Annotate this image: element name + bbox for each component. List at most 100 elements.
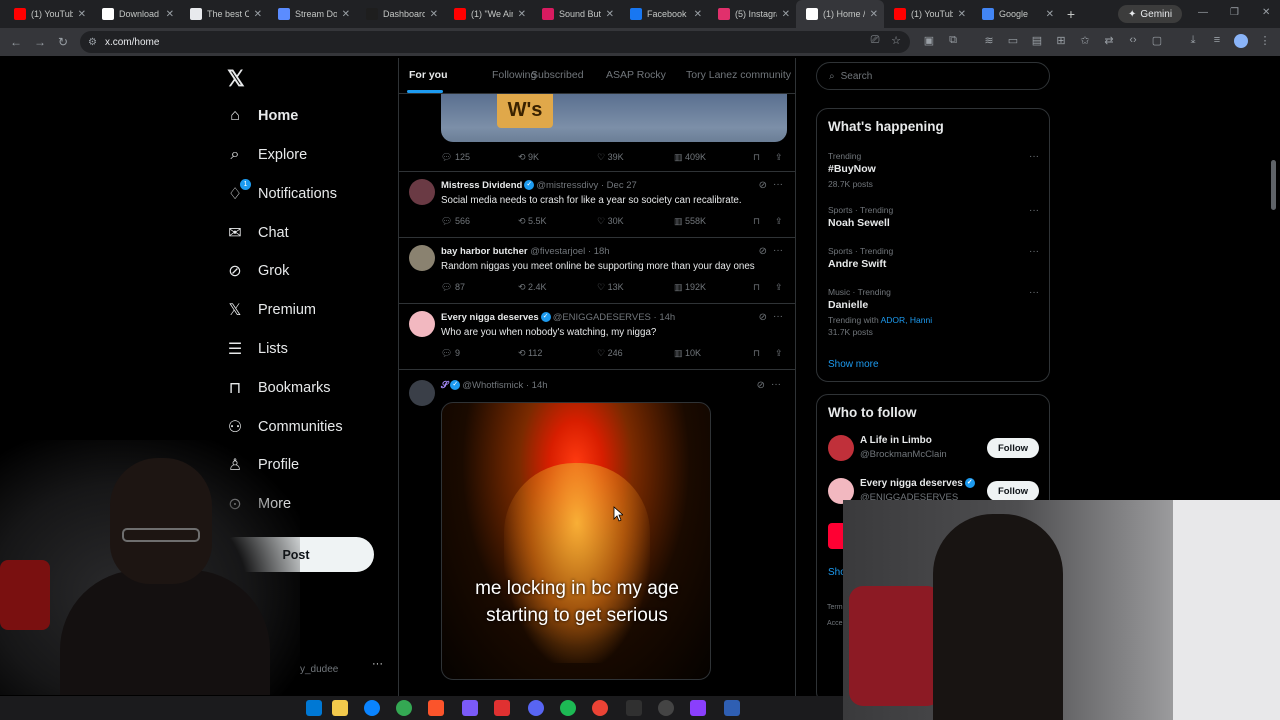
close-tab-icon[interactable]: ✕: [694, 9, 702, 20]
tab-following[interactable]: Following: [492, 69, 536, 81]
close-tab-icon[interactable]: ✕: [518, 9, 526, 20]
tweet[interactable]: bay harbor butcher @fivestarjoel · 18h ⊘ ·…: [399, 238, 795, 304]
tab-for-you[interactable]: For you: [409, 69, 448, 81]
browser-tab[interactable]: (1) YouTub ✕: [884, 0, 972, 28]
code-icon[interactable]: ‹›: [1126, 34, 1140, 48]
like-button[interactable]: ♡ 246: [597, 348, 623, 359]
account-handle[interactable]: y_dudee: [300, 664, 338, 675]
menu-lines-icon[interactable]: ≡: [1210, 34, 1224, 48]
tab-subscribed[interactable]: Subscribed: [531, 69, 584, 81]
trend-name[interactable]: Noah Sewell: [828, 217, 890, 229]
extension-icon[interactable]: ⊞: [1054, 34, 1068, 48]
author-handle[interactable]: @Whotfismick: [462, 380, 523, 391]
account-menu-icon[interactable]: ···: [372, 658, 383, 670]
views-button[interactable]: ▥ 10K: [674, 348, 701, 359]
tweet[interactable]: Mistress Dividend ✓ @mistressdivy · Dec 27…: [399, 172, 795, 238]
views-button[interactable]: ▥ 192K: [674, 282, 706, 293]
like-button[interactable]: ♡ 13K: [597, 282, 624, 293]
follow-button[interactable]: Follow: [987, 481, 1039, 501]
tweet[interactable]: Every nigga deserves ✓ @ENIGGADESERVES · 1…: [399, 304, 795, 370]
avatar[interactable]: [409, 245, 435, 271]
install-icon[interactable]: ⎚: [868, 34, 882, 48]
more-options-icon[interactable]: ···: [1029, 151, 1039, 162]
star-icon[interactable]: ☆: [889, 34, 903, 48]
author-handle[interactable]: @mistressdivy: [536, 180, 598, 191]
translate-icon[interactable]: ⇄: [1102, 34, 1116, 48]
browser-tab[interactable]: Stream Do ✕: [268, 0, 356, 28]
grok-icon[interactable]: ⊘: [757, 380, 765, 391]
more-options-icon[interactable]: ···: [773, 245, 783, 256]
site-info-icon[interactable]: ⚙: [88, 37, 97, 48]
author-handle[interactable]: @ENIGGADESERVES: [553, 312, 651, 323]
bookmark-icon[interactable]: ⊓: [753, 216, 760, 227]
x-logo[interactable]: 𝕏: [227, 66, 245, 92]
follow-button[interactable]: Follow: [987, 438, 1039, 458]
browser-tab[interactable]: Download ✕: [92, 0, 180, 28]
extension-icon[interactable]: ▣: [922, 34, 936, 48]
suggestion-name[interactable]: Every nigga deserves ✓: [860, 478, 977, 489]
close-tab-icon[interactable]: ✕: [342, 9, 350, 20]
extension-icon[interactable]: ▤: [1030, 34, 1044, 48]
author-name[interactable]: 𝒮: [441, 380, 448, 391]
search-input[interactable]: ⌕ Search: [816, 62, 1050, 90]
views-button[interactable]: ▥ 558K: [674, 216, 706, 227]
avatar[interactable]: [409, 380, 435, 406]
trend-name[interactable]: Andre Swift: [828, 258, 886, 270]
browser-tab[interactable]: (1) YouTub ✕: [4, 0, 92, 28]
browser-tab[interactable]: The best Cr ✕: [180, 0, 268, 28]
gemini-button[interactable]: ✦ Gemini: [1118, 5, 1183, 23]
bookmark-icon[interactable]: ⊓: [753, 348, 760, 359]
tweet-media[interactable]: W's: [441, 94, 787, 142]
trend-name[interactable]: #BuyNow: [828, 163, 876, 175]
taskbar-app-icon[interactable]: [462, 700, 478, 716]
trend-name[interactable]: Danielle: [828, 299, 868, 311]
trend-with-link[interactable]: ADOR, Hanni: [881, 315, 933, 325]
new-tab-button[interactable]: +: [1060, 6, 1082, 22]
close-tab-icon[interactable]: ✕: [958, 9, 966, 20]
back-icon[interactable]: ←: [10, 35, 22, 49]
sidebar-item-home[interactable]: ⌂ Home: [226, 101, 298, 131]
terms-link[interactable]: Term: [827, 604, 843, 611]
edge-icon[interactable]: [364, 700, 380, 716]
browser-tab[interactable]: Facebook ✕: [620, 0, 708, 28]
sidebar-item-chat[interactable]: ✉ Chat: [226, 218, 288, 248]
sidebar-item-communities[interactable]: ⚇ Communities: [226, 412, 343, 442]
terminal-icon[interactable]: [724, 700, 740, 716]
more-options-icon[interactable]: ···: [773, 179, 783, 190]
browser-tab[interactable]: Dashboard ✕: [356, 0, 444, 28]
avatar[interactable]: [828, 435, 854, 461]
more-options-icon[interactable]: ···: [1029, 246, 1039, 257]
download-icon[interactable]: ⤓: [1186, 34, 1200, 48]
author-name[interactable]: Every nigga deserves: [441, 312, 539, 323]
author-handle[interactable]: @fivestarjoel: [530, 246, 585, 257]
sidebar-item-explore[interactable]: ⌕ Explore: [226, 140, 308, 170]
browser-tab[interactable]: Sound Butt ✕: [532, 0, 620, 28]
more-options-icon[interactable]: ···: [1029, 205, 1039, 216]
tweet-time[interactable]: 14h: [659, 312, 675, 323]
repost-button[interactable]: ⟲ 112: [518, 348, 542, 359]
sidebar-item-premium[interactable]: 𝕏 Premium: [226, 295, 316, 325]
repost-button[interactable]: ⟲ 2.4K: [518, 282, 547, 293]
extension-icon[interactable]: ⧉: [946, 34, 960, 48]
close-tab-icon[interactable]: ✕: [870, 9, 878, 20]
more-options-icon[interactable]: ···: [1029, 287, 1039, 298]
spotify-icon[interactable]: [560, 700, 576, 716]
close-tab-icon[interactable]: ✕: [430, 9, 438, 20]
sidebar-item-lists[interactable]: ☰ Lists: [226, 334, 288, 364]
reply-button[interactable]: 💬︎ 125: [441, 152, 470, 163]
close-tab-icon[interactable]: ✕: [254, 9, 262, 20]
folder-icon[interactable]: [332, 700, 348, 716]
reply-button[interactable]: 💬︎ 566: [441, 216, 470, 227]
reply-button[interactable]: 💬︎ 87: [441, 282, 465, 293]
star-list-icon[interactable]: ✩: [1078, 34, 1092, 48]
more-options-icon[interactable]: ···: [771, 379, 781, 390]
close-tab-icon[interactable]: ✕: [1046, 9, 1054, 20]
reload-icon[interactable]: ↻: [58, 35, 68, 49]
repost-button[interactable]: ⟲ 5.5K: [518, 216, 547, 227]
close-tab-icon[interactable]: ✕: [782, 9, 790, 20]
show-more-link[interactable]: Show more: [828, 359, 879, 370]
share-icon[interactable]: ⇪: [775, 282, 783, 293]
taskbar-app-icon[interactable]: [626, 700, 642, 716]
close-tab-icon[interactable]: ✕: [166, 9, 174, 20]
grok-icon[interactable]: ⊘: [759, 246, 767, 257]
